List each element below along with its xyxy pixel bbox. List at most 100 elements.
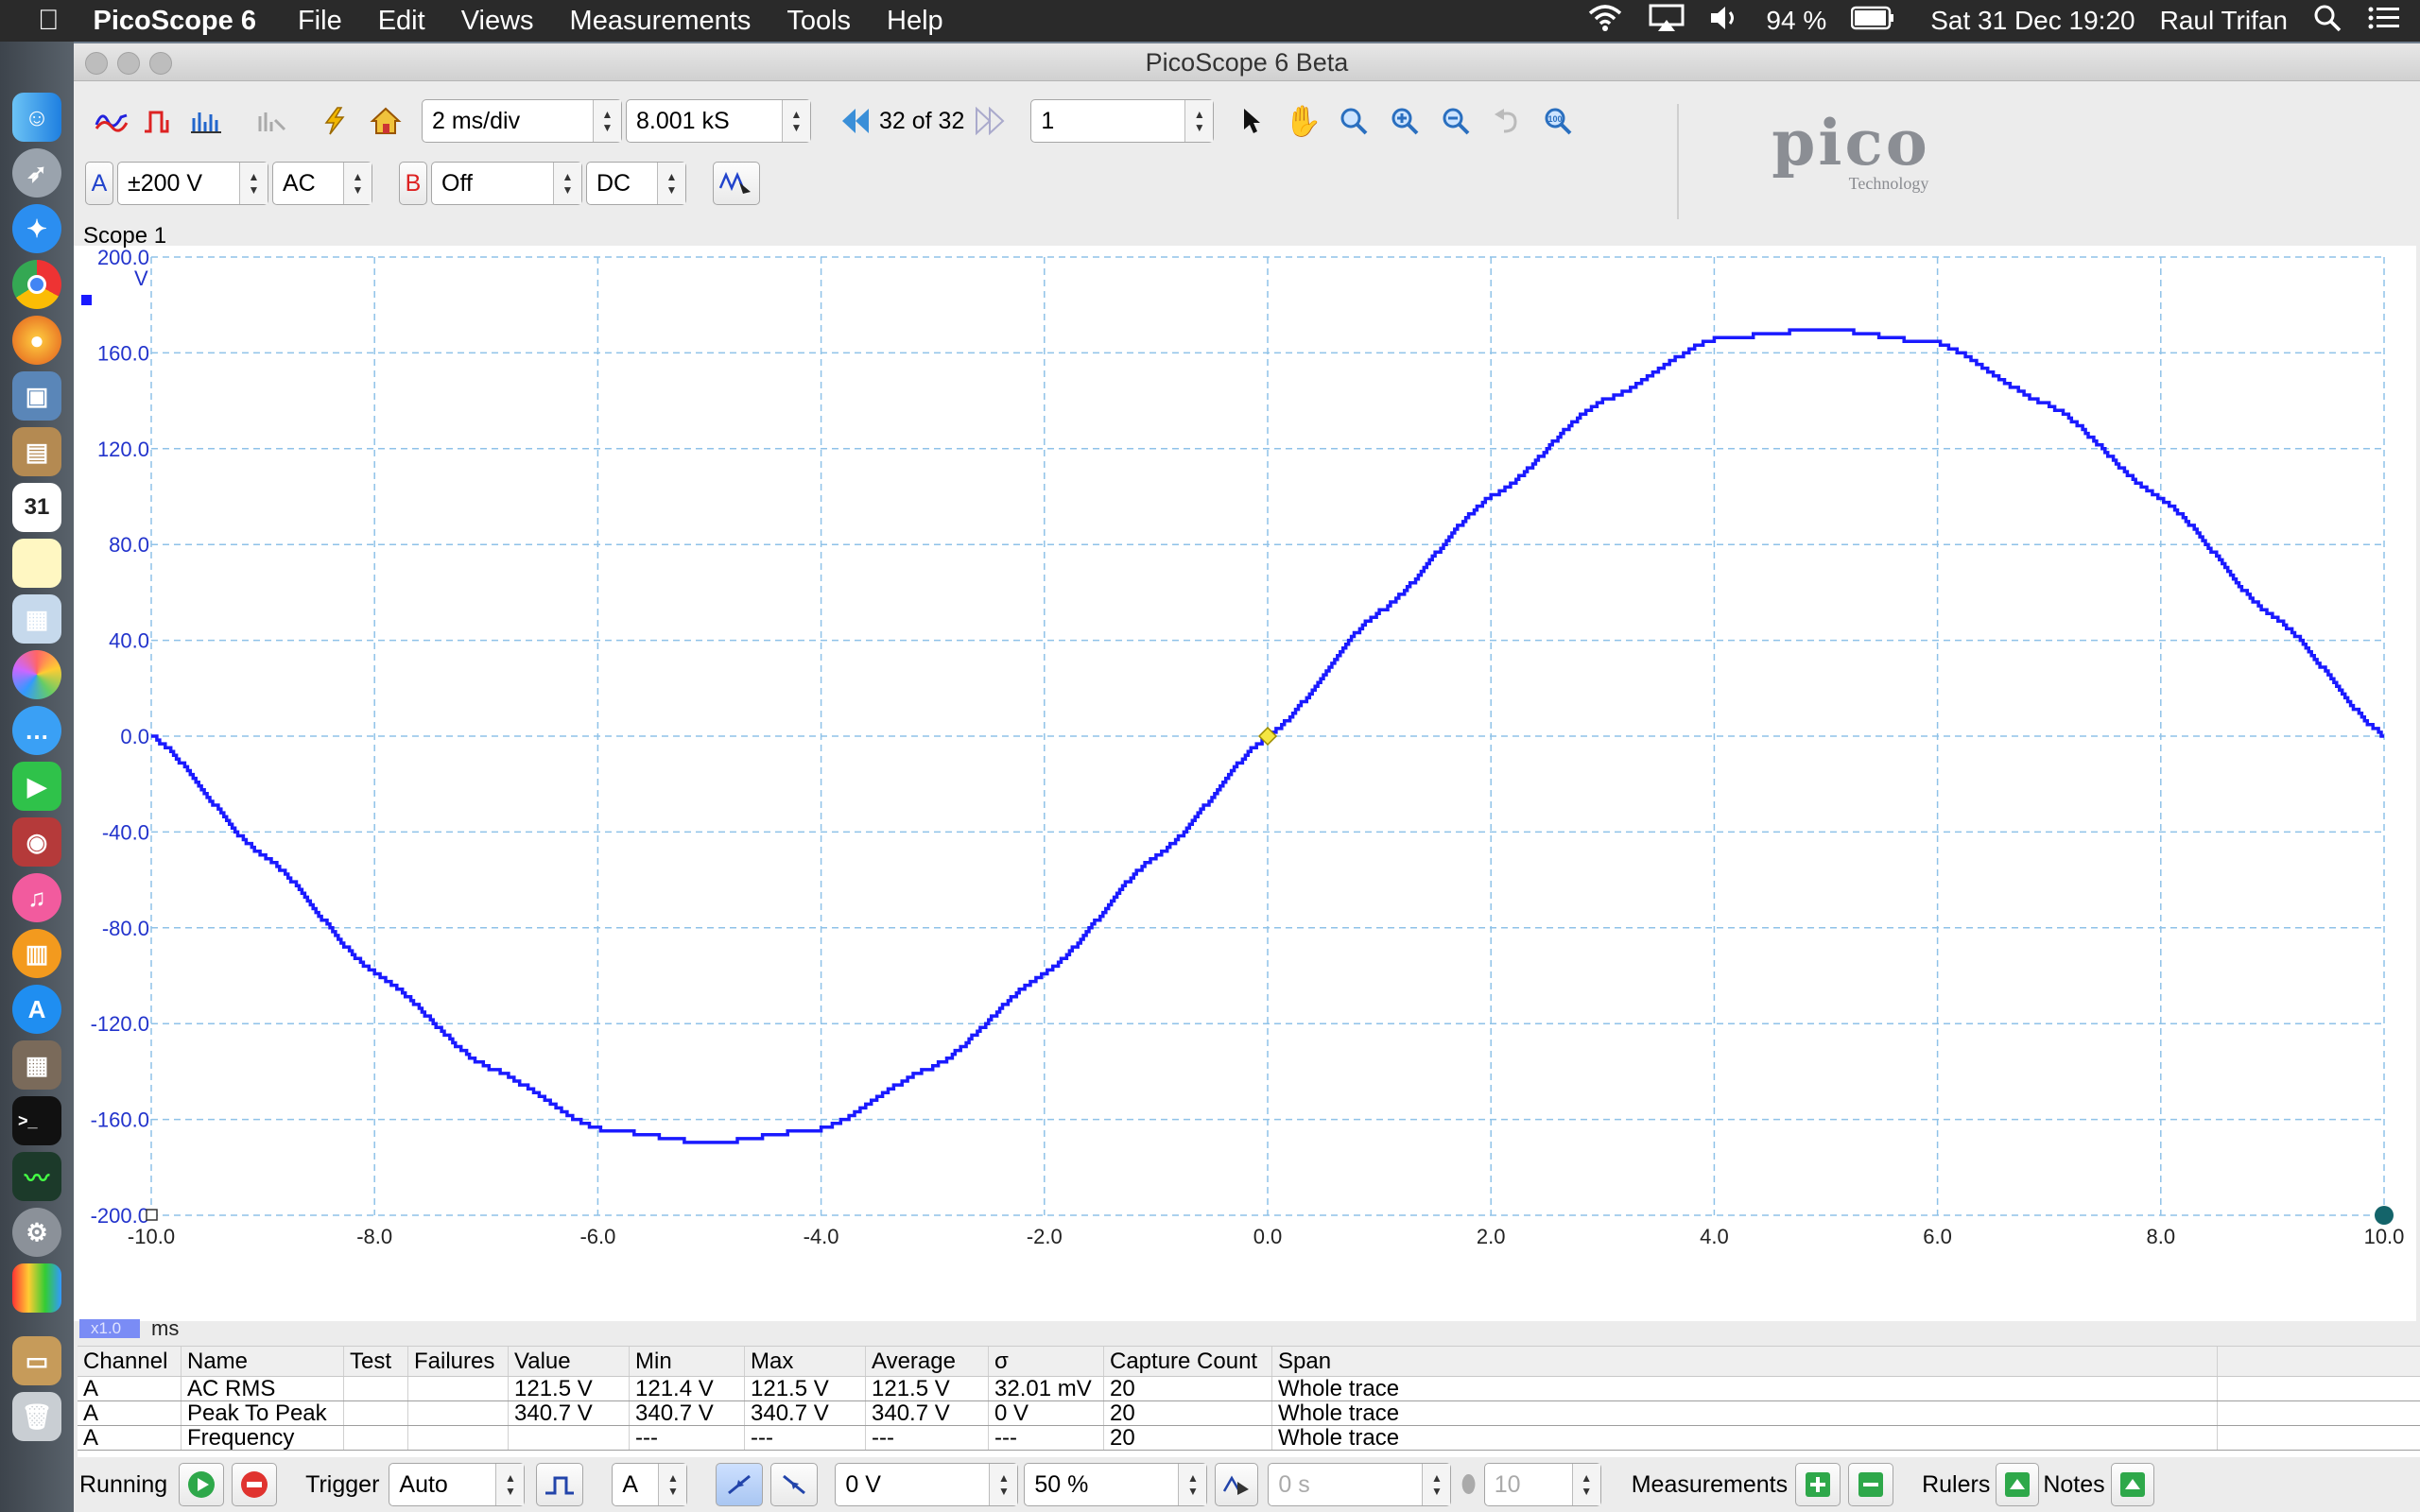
notes-book-icon[interactable]: ▤ bbox=[12, 427, 61, 476]
app-menu[interactable]: PicoScope 6 bbox=[94, 6, 256, 37]
ruler-start-handle-icon[interactable] bbox=[146, 1209, 158, 1221]
trigger-channel-stepper-icon[interactable]: ▲ ▼ bbox=[658, 1464, 687, 1505]
measurements-header-cell[interactable]: σ bbox=[989, 1347, 1104, 1376]
trigger-mode-stepper-icon[interactable]: ▲ ▼ bbox=[495, 1464, 525, 1505]
messages-icon[interactable]: … bbox=[12, 706, 61, 755]
notification-center-icon[interactable] bbox=[2367, 5, 2401, 38]
launchpad-icon[interactable]: ➶ bbox=[12, 148, 61, 198]
advanced-trigger-button[interactable] bbox=[536, 1463, 584, 1506]
itunes-icon[interactable]: ♫ bbox=[12, 873, 61, 922]
measurements-header-cell[interactable]: Name bbox=[182, 1347, 344, 1376]
menu-tools[interactable]: Tools bbox=[786, 6, 851, 37]
picoscope-icon[interactable]: 〰 bbox=[12, 1152, 61, 1201]
stickies-icon[interactable] bbox=[12, 539, 61, 588]
samples-stepper-icon[interactable]: ▲ ▼ bbox=[782, 100, 810, 142]
capture-count-input[interactable]: 1 ▲ ▼ bbox=[1030, 99, 1215, 143]
channel-b-coupling-stepper-icon[interactable]: ▲ ▼ bbox=[657, 163, 685, 204]
add-measurement-button[interactable] bbox=[1795, 1463, 1841, 1506]
zoom-in-icon[interactable] bbox=[1386, 100, 1424, 142]
wifi-icon[interactable] bbox=[1586, 4, 1624, 39]
notes-button[interactable] bbox=[2110, 1463, 2154, 1506]
zoom-window-button[interactable] bbox=[149, 52, 172, 75]
calendar-icon[interactable]: 31 bbox=[12, 483, 61, 532]
timebase-stepper-icon[interactable]: ▲ ▼ bbox=[593, 100, 621, 142]
remove-measurement-button[interactable] bbox=[1848, 1463, 1894, 1506]
channel-a-range-select[interactable]: ±200 V ▲ ▼ bbox=[117, 162, 268, 205]
trigger-threshold-input[interactable]: 0 V ▲ ▼ bbox=[835, 1463, 1019, 1506]
airplay-icon[interactable] bbox=[1649, 4, 1685, 39]
trigger-mode-select[interactable]: Auto ▲ ▼ bbox=[389, 1463, 526, 1506]
clock[interactable]: Sat 31 Dec 19:20 bbox=[1930, 6, 2135, 36]
image-capture-icon[interactable]: ▦ bbox=[12, 594, 61, 644]
post-trigger-delay-button[interactable] bbox=[1215, 1463, 1259, 1506]
trigger-channel-select[interactable]: A ▲ ▼ bbox=[612, 1463, 688, 1506]
channel-a-coupling-select[interactable]: AC ▲ ▼ bbox=[272, 162, 372, 205]
measurement-row[interactable]: A AC RMS 121.5 V 121.4 V 121.5 V 121.5 V 32.01… bbox=[78, 1377, 2420, 1401]
first-capture-icon[interactable] bbox=[836, 100, 873, 142]
minimize-window-button[interactable] bbox=[117, 52, 140, 75]
zoom-to-fit-icon[interactable]: 100 bbox=[1539, 100, 1577, 142]
measurement-row[interactable]: A Peak To Peak 340.7 V 340.7 V 340.7 V 340.7 … bbox=[78, 1401, 2420, 1426]
color-picker-icon[interactable] bbox=[12, 1263, 61, 1313]
ibooks-icon[interactable]: ▥ bbox=[12, 929, 61, 978]
capture-count-stepper-icon[interactable]: ▲ ▼ bbox=[1184, 100, 1214, 142]
system-preferences-icon[interactable]: ⚙ bbox=[12, 1208, 61, 1257]
channel-a-coupling-stepper-icon[interactable]: ▲ ▼ bbox=[343, 163, 372, 204]
downloads-folder-icon[interactable]: ▭ bbox=[12, 1336, 61, 1385]
falling-edge-button[interactable] bbox=[770, 1463, 819, 1506]
channel-b-button[interactable]: B bbox=[399, 162, 427, 205]
measurements-header-cell[interactable]: Min bbox=[630, 1347, 745, 1376]
pre-trigger-input[interactable]: 50 % ▲ ▼ bbox=[1024, 1463, 1208, 1506]
user-name[interactable]: Raul Trifan bbox=[2160, 6, 2288, 36]
ruler-handle-icon[interactable] bbox=[2375, 1206, 2394, 1225]
measurements-header-cell[interactable]: Failures bbox=[408, 1347, 509, 1376]
persistence-mode-icon[interactable] bbox=[138, 100, 180, 142]
scope-tab-label[interactable]: Scope 1 bbox=[83, 223, 166, 249]
measurements-header-cell[interactable]: Max bbox=[745, 1347, 866, 1376]
menu-edit[interactable]: Edit bbox=[378, 6, 425, 37]
hand-pan-tool-icon[interactable]: ✋ bbox=[1284, 100, 1322, 142]
spotlight-search-icon[interactable] bbox=[2312, 3, 2342, 40]
chrome-icon[interactable] bbox=[12, 260, 61, 309]
photos-icon[interactable] bbox=[12, 650, 61, 699]
channel-a-range-stepper-icon[interactable]: ▲ ▼ bbox=[239, 163, 268, 204]
zoom-select-tool-icon[interactable] bbox=[1335, 100, 1373, 142]
samples-select[interactable]: 8.001 kS ▲ ▼ bbox=[626, 99, 811, 143]
stop-button[interactable] bbox=[232, 1463, 278, 1506]
channel-b-range-stepper-icon[interactable]: ▲ ▼ bbox=[553, 163, 581, 204]
measurements-header-cell[interactable]: Capture Count bbox=[1104, 1347, 1272, 1376]
menu-help[interactable]: Help bbox=[887, 6, 943, 37]
scope-mode-icon[interactable] bbox=[91, 100, 132, 142]
measurements-header-cell[interactable]: Channel bbox=[78, 1347, 182, 1376]
close-window-button[interactable] bbox=[85, 52, 108, 75]
app-store-icon[interactable]: A bbox=[12, 985, 61, 1034]
calculator-icon[interactable]: ▦ bbox=[12, 1040, 61, 1090]
auto-setup-icon[interactable] bbox=[314, 100, 355, 142]
measurement-row[interactable]: A Frequency --- --- --- --- 20 Whole trace bbox=[78, 1426, 2420, 1451]
channel-b-coupling-select[interactable]: DC ▲ ▼ bbox=[586, 162, 686, 205]
spectrum-mode-icon[interactable] bbox=[185, 100, 227, 142]
timebase-select[interactable]: 2 ms/div ▲ ▼ bbox=[422, 99, 622, 143]
trigger-threshold-stepper-icon[interactable]: ▲ ▼ bbox=[989, 1464, 1018, 1505]
pointer-tool-icon[interactable] bbox=[1233, 100, 1270, 142]
default-setup-home-icon[interactable] bbox=[365, 100, 406, 142]
menu-measurements[interactable]: Measurements bbox=[570, 6, 752, 37]
firefox-icon[interactable]: ● bbox=[12, 316, 61, 365]
menu-views[interactable]: Views bbox=[461, 6, 534, 37]
measurements-header-cell[interactable]: Span bbox=[1272, 1347, 2218, 1376]
channel-options-icon[interactable] bbox=[250, 100, 291, 142]
measurements-header-cell[interactable]: Value bbox=[509, 1347, 630, 1376]
preview-icon[interactable]: ▣ bbox=[12, 371, 61, 421]
channel-a-button[interactable]: A bbox=[85, 162, 113, 205]
rulers-button[interactable] bbox=[1996, 1463, 2040, 1506]
scope-view[interactable]: 200.0 160.0 120.0 80.0 40.0 0.0 -40.0 -80.0 -120… bbox=[74, 219, 2420, 1346]
signal-generator-button[interactable] bbox=[713, 162, 760, 205]
terminal-icon[interactable]: >_ bbox=[12, 1096, 61, 1145]
battery-icon[interactable] bbox=[1850, 6, 1894, 37]
facetime-icon[interactable]: ▶ bbox=[12, 762, 61, 811]
next-capture-icon[interactable] bbox=[972, 100, 1010, 142]
measurements-header-cell[interactable]: Average bbox=[866, 1347, 989, 1376]
apple-icon[interactable]:  bbox=[38, 5, 60, 37]
zoom-out-icon[interactable] bbox=[1437, 100, 1475, 142]
scope-plot[interactable]: 200.0160.0120.080.040.00.0-40.0-80.0-120… bbox=[74, 219, 2420, 1346]
